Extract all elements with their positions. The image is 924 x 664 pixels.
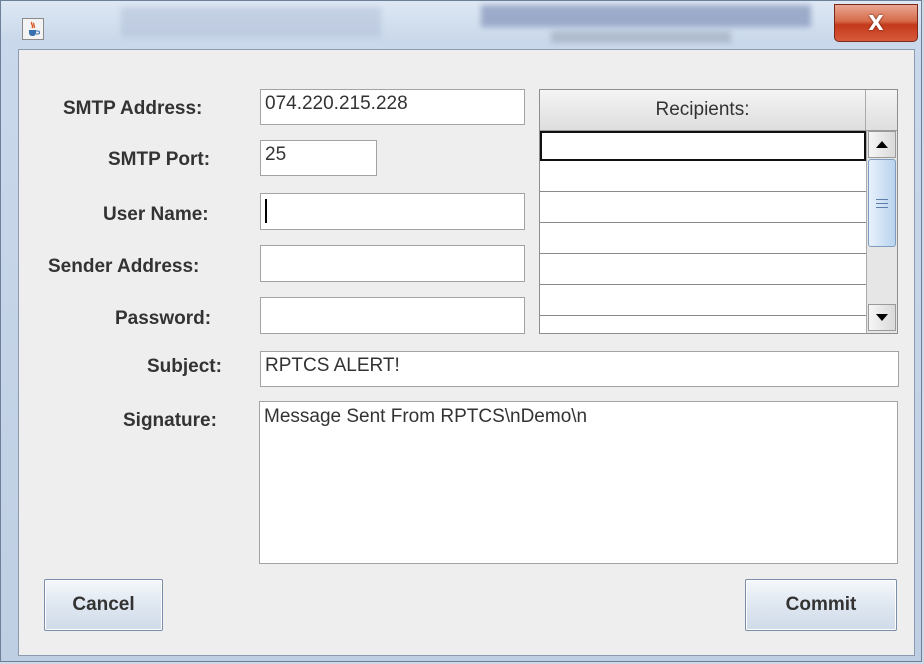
- smtp-port-label: SMTP Port:: [108, 149, 211, 170]
- arrow-up-icon: [876, 141, 888, 148]
- scroll-down-button[interactable]: [868, 304, 896, 331]
- background-blur: [121, 7, 381, 37]
- grip-icon: [876, 198, 888, 208]
- table-row[interactable]: [540, 192, 866, 223]
- scroll-thumb[interactable]: [868, 159, 896, 247]
- subject-label: Subject:: [147, 356, 222, 377]
- table-row[interactable]: [540, 223, 866, 254]
- signature-label: Signature:: [123, 410, 217, 431]
- table-row[interactable]: [540, 161, 866, 192]
- recipients-header[interactable]: Recipients:: [540, 90, 866, 131]
- close-button[interactable]: X: [834, 4, 918, 42]
- password-field[interactable]: [260, 297, 525, 334]
- table-corner: [866, 90, 897, 131]
- sender-address-field[interactable]: [260, 245, 525, 282]
- cancel-button[interactable]: Cancel: [44, 579, 163, 631]
- recipients-scrollbar[interactable]: [866, 131, 897, 333]
- user-name-label: User Name:: [103, 204, 209, 225]
- table-row[interactable]: [540, 285, 866, 316]
- commit-button[interactable]: Commit: [745, 579, 897, 631]
- table-row[interactable]: [540, 254, 866, 285]
- title-bar[interactable]: X: [1, 1, 921, 45]
- background-blur: [551, 31, 731, 43]
- subject-field[interactable]: RPTCS ALERT!: [260, 351, 899, 387]
- text-caret: [265, 199, 267, 223]
- smtp-address-label: SMTP Address:: [63, 98, 203, 119]
- smtp-port-field[interactable]: 25: [260, 140, 377, 176]
- user-name-field[interactable]: [260, 193, 525, 230]
- java-cup-icon[interactable]: [22, 18, 44, 40]
- sender-address-label: Sender Address:: [48, 256, 200, 277]
- background-blur: [481, 5, 811, 27]
- scroll-up-button[interactable]: [868, 131, 896, 158]
- recipients-rows: [540, 131, 866, 333]
- smtp-address-field[interactable]: 074.220.215.228: [260, 89, 525, 125]
- recipients-table: Recipients:: [539, 89, 898, 334]
- table-row[interactable]: [540, 131, 866, 161]
- arrow-down-icon: [876, 314, 888, 321]
- dialog-window: X SMTP Address: 074.220.215.228 SMTP Por…: [0, 0, 922, 662]
- signature-textarea[interactable]: Message Sent From RPTCS\nDemo\n: [259, 401, 898, 564]
- close-icon: X: [868, 11, 884, 35]
- password-label: Password:: [115, 308, 212, 329]
